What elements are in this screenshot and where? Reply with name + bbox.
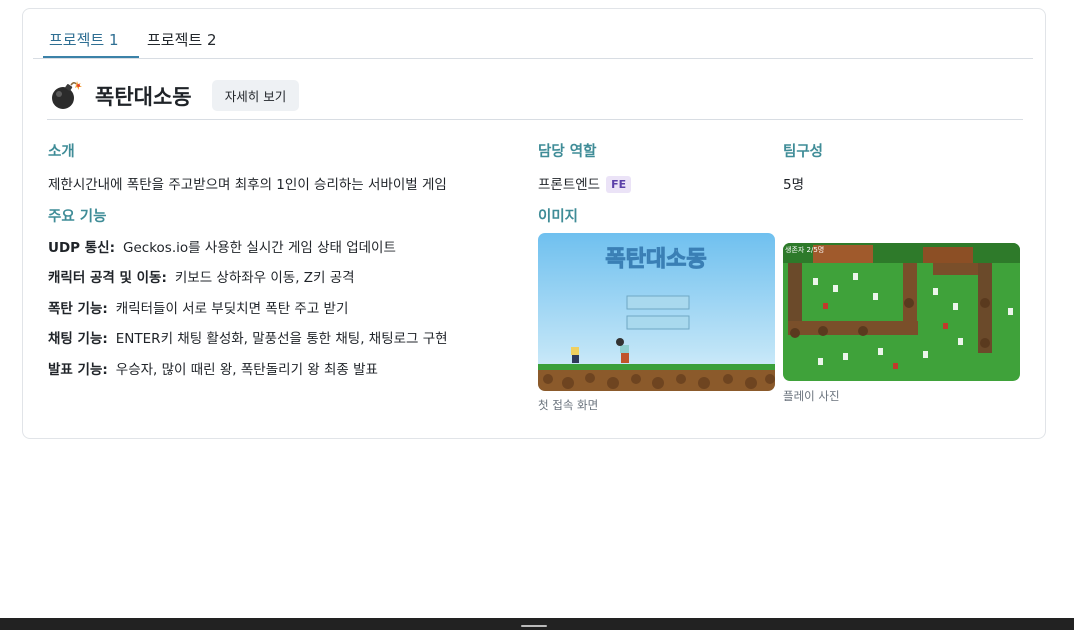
screenshot-first-screen[interactable]: 폭탄대소동	[538, 233, 775, 391]
team-size: 5명	[783, 177, 805, 193]
intro-heading: 소개	[48, 144, 75, 160]
images-heading: 이미지	[538, 209, 579, 225]
bottom-handle[interactable]	[521, 625, 547, 627]
feature-desc: ENTER키 채팅 활성화, 말풍선을 통한 채팅, 채팅로그 구현	[115, 331, 448, 347]
team-heading: 팀구성	[783, 144, 824, 160]
project-title: 폭탄대소동	[95, 85, 192, 109]
feature-desc: 우승자, 많이 때린 왕, 폭탄돌리기 왕 최종 발표	[115, 362, 378, 378]
role-heading: 담당 역할	[538, 144, 597, 160]
feature-name: 발표 기능:	[48, 362, 108, 378]
feature-name: UDP 통신:	[48, 240, 116, 256]
gameplay-image: 생존자 2/5명	[783, 243, 1020, 381]
feature-desc: 캐릭터들이 서로 부딪치면 폭탄 주고 받기	[115, 301, 349, 317]
header-divider	[47, 119, 1023, 120]
feature-name: 폭탄 기능:	[48, 301, 108, 317]
game-title-text: 폭탄대소동	[605, 247, 706, 272]
tab-project-1[interactable]: 프로젝트 1	[49, 29, 119, 50]
feature-item: 채팅 기능: ENTER키 채팅 활성화, 말풍선을 통한 채팅, 채팅로그 구현	[48, 327, 448, 347]
screenshot-gameplay[interactable]: 생존자 2/5명	[783, 243, 1020, 381]
project-tabs: 프로젝트 1 프로젝트 2	[33, 9, 1033, 59]
bottom-bar	[0, 618, 1074, 630]
project-card: 프로젝트 1 프로젝트 2 폭탄대소동 자세히 보기 소개 제한시간내에 폭탄을…	[22, 8, 1046, 439]
feature-name: 캐릭터 공격 및 이동:	[48, 270, 167, 286]
fe-badge: FE	[606, 176, 632, 193]
gameplay-caption: 플레이 사진	[783, 389, 840, 403]
bomb-icon	[52, 81, 82, 109]
feature-desc: Geckos.io를 사용한 실시간 게임 상태 업데이트	[123, 240, 396, 256]
feature-item: 폭탄 기능: 캐릭터들이 서로 부딪치면 폭탄 주고 받기	[48, 297, 348, 317]
first-screen-image: 폭탄대소동	[538, 233, 775, 391]
role-text: 프론트엔드	[538, 177, 601, 193]
features-heading: 주요 기능	[48, 209, 107, 225]
first-screen-caption: 첫 접속 화면	[538, 398, 599, 412]
tab-project-2[interactable]: 프로젝트 2	[147, 29, 217, 50]
feature-item: UDP 통신: Geckos.io를 사용한 실시간 게임 상태 업데이트	[48, 236, 396, 256]
project-header: 폭탄대소동 자세히 보기	[49, 77, 1029, 113]
view-details-button[interactable]: 자세히 보기	[212, 80, 299, 111]
survivor-overlay: 생존자 2/5명	[785, 245, 824, 254]
role-value: 프론트엔드 FE	[538, 173, 632, 193]
active-tab-indicator	[43, 56, 139, 58]
feature-item: 발표 기능: 우승자, 많이 때린 왕, 폭탄돌리기 왕 최종 발표	[48, 358, 378, 378]
feature-item: 캐릭터 공격 및 이동: 키보드 상하좌우 이동, Z키 공격	[48, 266, 355, 286]
intro-text: 제한시간내에 폭탄을 주고받으며 최후의 1인이 승리하는 서바이벌 게임	[48, 177, 447, 193]
feature-name: 채팅 기능:	[48, 331, 108, 347]
feature-desc: 키보드 상하좌우 이동, Z키 공격	[174, 270, 355, 286]
